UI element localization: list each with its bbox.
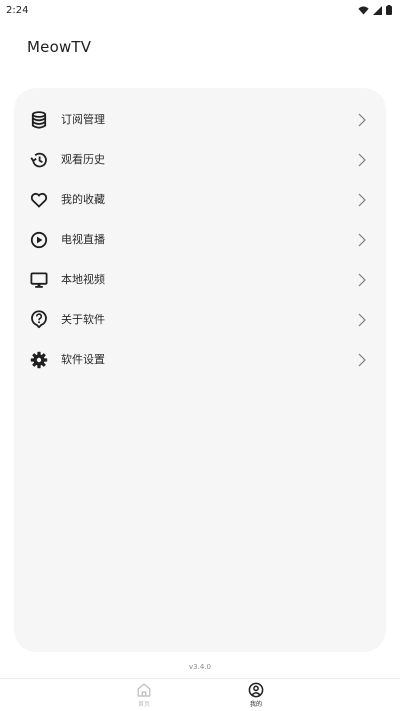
chevron-right-icon bbox=[358, 273, 366, 287]
menu-item-subscriptions[interactable]: 订阅管理 bbox=[14, 100, 386, 140]
tab-label: 首页 bbox=[137, 701, 150, 708]
menu-item-label: 观看历史 bbox=[61, 153, 105, 166]
gear-icon bbox=[29, 350, 49, 370]
version-label: v3.4.0 bbox=[189, 663, 211, 671]
signal-icon bbox=[373, 5, 382, 15]
tab-label: 我的 bbox=[249, 701, 262, 708]
chevron-right-icon bbox=[358, 313, 366, 327]
menu-item-favorites[interactable]: 我的收藏 bbox=[14, 180, 386, 220]
chevron-right-icon bbox=[358, 233, 366, 247]
menu-item-label: 订阅管理 bbox=[61, 113, 105, 126]
chevron-right-icon bbox=[358, 193, 366, 207]
status-icons bbox=[358, 5, 392, 15]
history-icon bbox=[29, 150, 49, 170]
chevron-right-icon bbox=[358, 153, 366, 167]
menu-item-history[interactable]: 观看历史 bbox=[14, 140, 386, 180]
menu-item-label: 软件设置 bbox=[61, 353, 105, 366]
monitor-icon bbox=[29, 270, 49, 290]
status-time: 2:24 bbox=[6, 4, 29, 16]
home-icon bbox=[137, 683, 151, 697]
menu-item-settings[interactable]: 软件设置 bbox=[14, 340, 386, 380]
app-title: MeowTV bbox=[27, 38, 92, 56]
tab-home[interactable]: 首页 bbox=[124, 682, 164, 711]
chevron-right-icon bbox=[358, 113, 366, 127]
menu-item-local-video[interactable]: 本地视频 bbox=[14, 260, 386, 300]
bottom-nav: 首页 我的 bbox=[0, 678, 400, 711]
menu-item-label: 电视直播 bbox=[61, 233, 105, 246]
status-bar: 2:24 bbox=[0, 0, 400, 20]
menu-item-label: 关于软件 bbox=[61, 313, 105, 326]
chevron-right-icon bbox=[358, 353, 366, 367]
menu-item-label: 本地视频 bbox=[61, 273, 105, 286]
help-circle-icon bbox=[29, 310, 49, 330]
battery-icon bbox=[386, 5, 392, 15]
account-circle-icon bbox=[248, 682, 264, 698]
heart-icon bbox=[29, 190, 49, 210]
menu-item-live-tv[interactable]: 电视直播 bbox=[14, 220, 386, 260]
database-icon bbox=[29, 110, 49, 130]
menu-item-about[interactable]: 关于软件 bbox=[14, 300, 386, 340]
menu-card: 订阅管理 观看历史 我的收藏 电视直播 本地视频 关于软件 软件设置 bbox=[14, 88, 386, 652]
wifi-icon bbox=[358, 6, 369, 15]
tab-mine[interactable]: 我的 bbox=[236, 682, 276, 711]
menu-item-label: 我的收藏 bbox=[61, 193, 105, 206]
play-circle-icon bbox=[29, 230, 49, 250]
